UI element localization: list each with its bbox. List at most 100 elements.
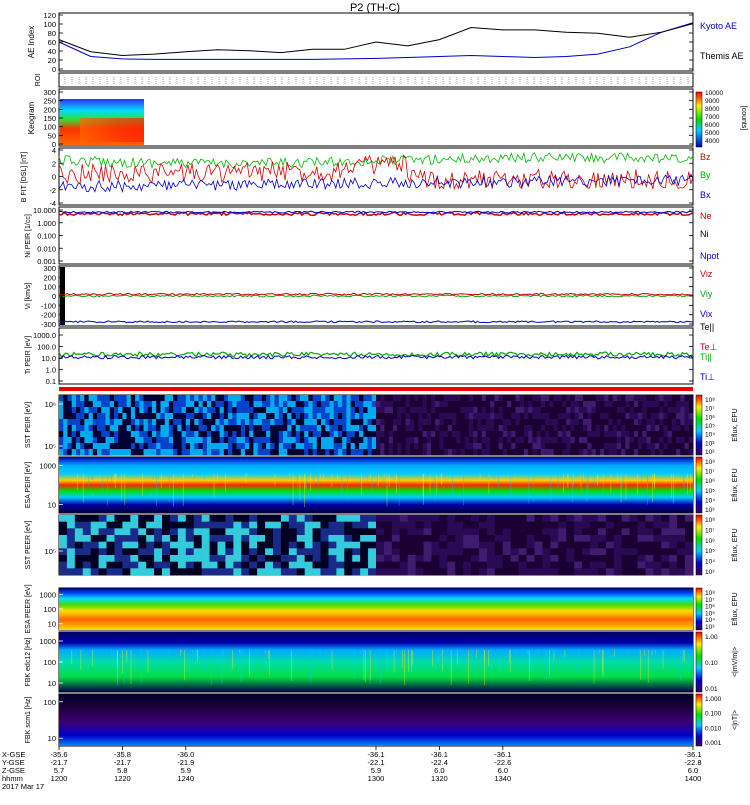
spectrogram-cell [637, 568, 646, 576]
spectrogram-cell [405, 449, 411, 456]
spectrogram-cell [439, 413, 444, 420]
spectrogram-cell [371, 449, 377, 456]
spectrogram-cell [507, 413, 512, 420]
spectrogram-cell [280, 555, 290, 562]
spectrogram-cell [146, 528, 155, 536]
spectrogram-cell [422, 425, 428, 432]
spectrogram-cell [280, 541, 290, 549]
spectrogram-cell [677, 548, 686, 556]
spectrogram-cell [407, 541, 416, 549]
spectrogram-cell [399, 521, 408, 529]
spectrogram-cell [646, 407, 652, 414]
spectrogram-cell [84, 425, 89, 432]
spectrogram-cell [407, 521, 416, 529]
spectrogram-cell [185, 521, 195, 529]
spectrogram-cell [346, 425, 351, 432]
spectrogram-cell [190, 431, 195, 438]
spectrogram-cell [502, 449, 508, 456]
spectrogram-cell [550, 568, 559, 576]
spectrogram-cell [122, 541, 131, 549]
spectrogram-cell [637, 555, 646, 562]
spectrogram-cell [401, 431, 406, 438]
spectrogram-cell [299, 413, 305, 420]
spectrogram-cell [295, 395, 301, 402]
spectrogram-cell [479, 568, 488, 576]
spectrogram-cell [333, 419, 339, 426]
spectrogram-cell [228, 407, 233, 414]
spectrogram-cell [325, 401, 330, 408]
spectrogram-cell [346, 419, 351, 426]
spectrogram-cell [257, 413, 263, 420]
spectrogram-cell [561, 431, 567, 438]
spectrogram-cell [177, 541, 187, 549]
spectrogram-cell [439, 401, 444, 408]
spectrogram-cell [526, 561, 535, 569]
spectrogram-cell [80, 425, 85, 432]
spectrogram-cell [414, 407, 419, 414]
spectrogram-cell [308, 449, 313, 456]
spectrogram-cell [164, 431, 170, 438]
spectrogram-cell [156, 425, 161, 432]
spectrogram-cell [646, 425, 652, 432]
spectrogram-cell [139, 443, 144, 450]
spectrogram-cell [143, 413, 149, 420]
spectrogram-cell [423, 528, 432, 536]
spectrogram-cell [106, 548, 115, 556]
spectrogram-cell [422, 443, 428, 450]
spectrogram-cell [545, 395, 550, 402]
spectrogram-cell [90, 561, 99, 569]
spectrogram-cell [156, 401, 161, 408]
spectrogram-cell [257, 541, 266, 549]
colorbar-tick-label: 0.001 [705, 740, 722, 747]
spectrogram-cell [156, 407, 161, 414]
spectrogram-cell [88, 407, 94, 414]
spectrogram-cell [391, 541, 401, 549]
spectrogram-cell [122, 425, 127, 432]
spectrogram-cell [485, 431, 491, 438]
spectrogram-cell [638, 395, 643, 402]
spectrogram-cell [380, 407, 385, 414]
spectrogram-cell [582, 528, 591, 536]
spectrogram-cell [430, 401, 436, 408]
spectrogram-cell [316, 437, 322, 444]
spectrogram-cell [368, 521, 377, 529]
spectrogram-cell [409, 413, 415, 420]
colorbar-tick-label: 1.00 [705, 634, 718, 641]
spectrogram-cell [629, 535, 638, 542]
spectrogram-cell [280, 528, 290, 536]
spectrogram-cell [612, 431, 618, 438]
spectrogram-cell [201, 535, 210, 542]
spectrogram-cell [139, 395, 144, 402]
spectrogram-cell [312, 528, 321, 536]
spectrogram-cell [447, 419, 453, 426]
spectrogram-cell [114, 568, 123, 576]
spectrogram-cell [154, 535, 163, 542]
spectrogram-cell [193, 541, 202, 549]
spectrogram-cell [304, 443, 309, 450]
spectrogram-cell [80, 443, 85, 450]
spectrogram-cell [337, 425, 343, 432]
spectrogram-cell [360, 555, 369, 562]
spectrogram-cell [288, 521, 298, 529]
spectrogram-cell [325, 407, 330, 414]
spectrogram-cell [278, 449, 284, 456]
spectrogram-cell [685, 521, 694, 529]
spectrogram-cell [74, 568, 84, 576]
spectrogram-cell [431, 521, 440, 529]
colorbar-tick-label: 10² [705, 449, 715, 456]
spectrogram-cell [685, 548, 694, 556]
spectrogram-cell [510, 521, 519, 529]
spectrogram-cell [629, 568, 638, 576]
spectrogram-cell [130, 568, 139, 576]
spectrogram-cell [190, 443, 195, 450]
spectrogram-cell [168, 401, 174, 408]
spectrogram-cell [240, 425, 246, 432]
spectrogram-cell [536, 401, 542, 408]
spectrogram-cell [249, 555, 258, 562]
spectrogram-cell [74, 555, 84, 562]
spectrogram-cell [346, 449, 351, 456]
spectrogram-cell [249, 407, 254, 414]
spectrogram-cell [431, 528, 440, 536]
spectrogram-cell [479, 561, 488, 569]
colorbar [695, 456, 703, 514]
